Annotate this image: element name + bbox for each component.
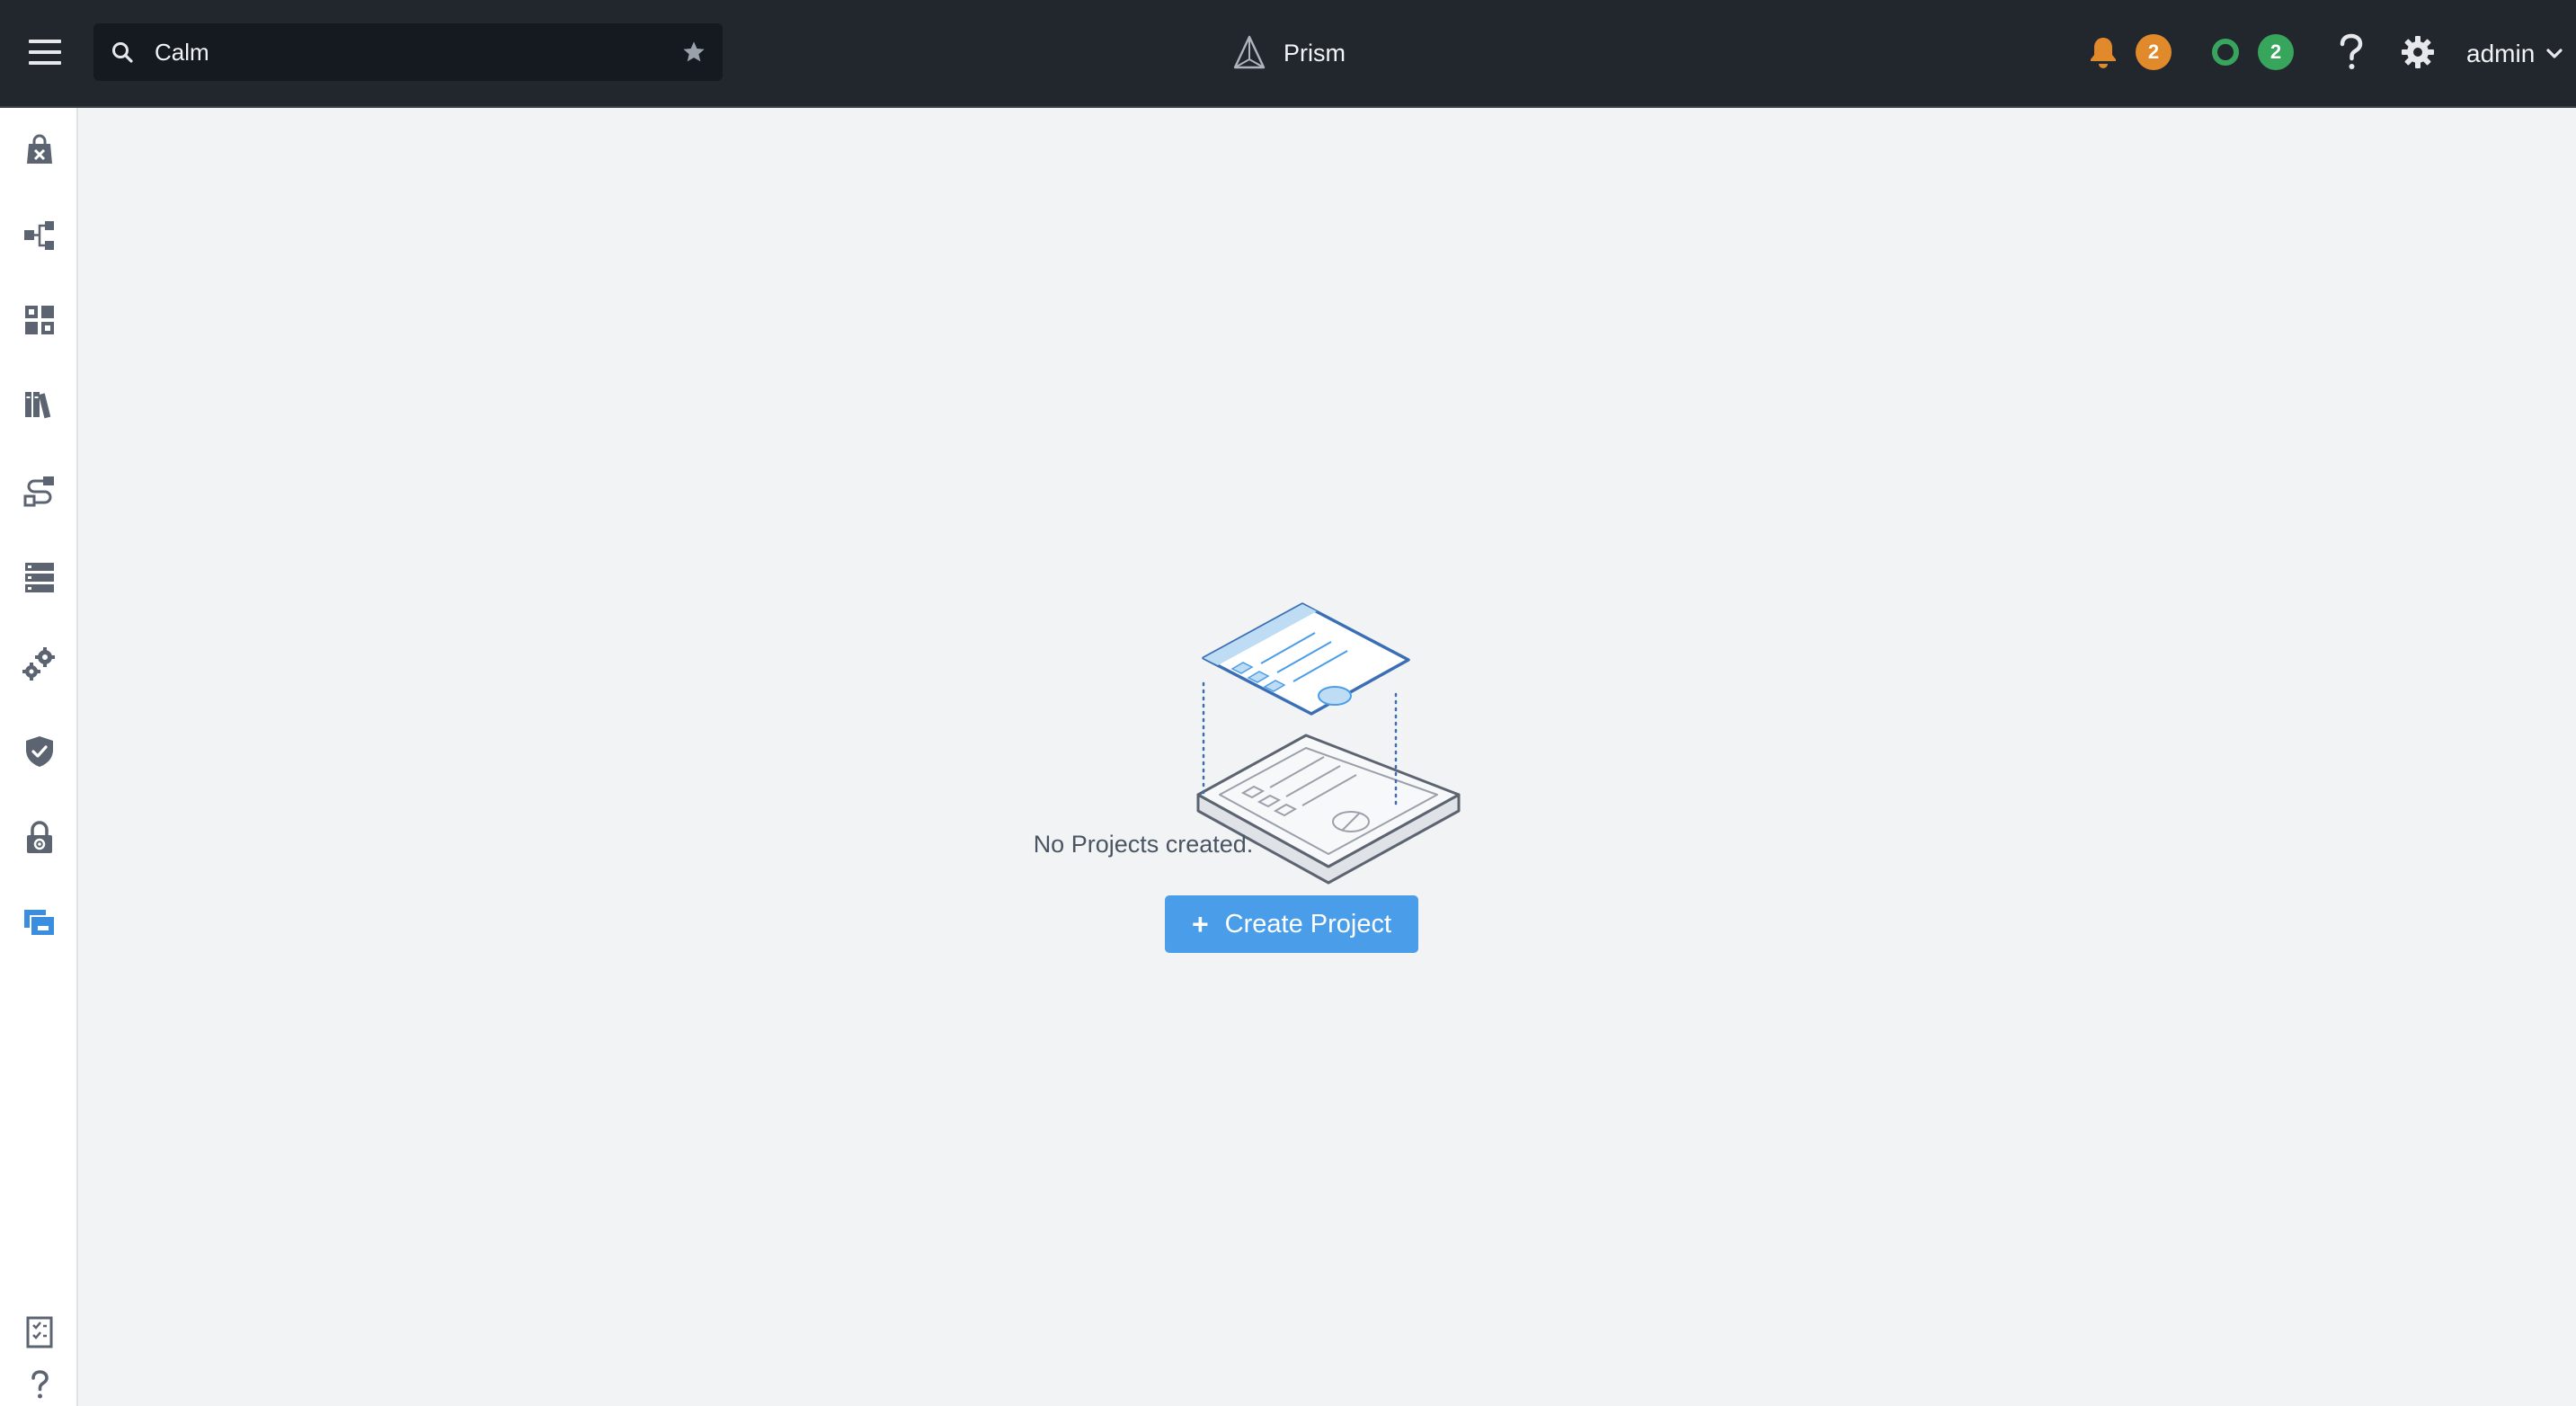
star-icon[interactable] <box>681 40 706 65</box>
settings-gear-icon[interactable] <box>2400 34 2436 70</box>
security-lock-icon <box>27 821 52 853</box>
hamburger-menu-icon[interactable] <box>29 36 61 68</box>
alerts-count-badge: 2 <box>2136 34 2172 70</box>
settings-gears-icon <box>22 647 55 681</box>
sidebar-item-settings[interactable] <box>20 644 59 683</box>
endpoints-icon <box>25 563 54 592</box>
search-icon <box>112 42 133 63</box>
policies-shield-icon <box>26 736 53 767</box>
empty-state-message: No Projects created. <box>1033 831 1254 858</box>
sidebar-item-projects[interactable] <box>20 903 59 942</box>
library-icon <box>25 392 51 419</box>
tasks-count-badge: 2 <box>2258 34 2294 70</box>
sidebar-item-help[interactable] <box>20 1365 59 1404</box>
create-project-label: Create Project <box>1224 909 1392 939</box>
search-bar <box>93 23 723 81</box>
help-icon <box>31 1370 49 1399</box>
brand-name: Prism <box>1284 39 1346 67</box>
prism-logo-icon <box>1233 35 1266 69</box>
marketplace-icon <box>25 306 54 334</box>
checklist-icon <box>26 1316 53 1348</box>
search-input[interactable] <box>155 23 658 81</box>
sidebar <box>0 108 78 1406</box>
main-content: No Projects created. + Create Project <box>78 108 2576 1406</box>
projects-icon <box>24 910 56 937</box>
blueprints-icon <box>24 221 54 250</box>
bell-icon <box>2091 38 2116 68</box>
sidebar-item-security[interactable] <box>20 818 59 858</box>
sidebar-item-blueprints[interactable] <box>20 216 59 255</box>
create-project-button[interactable]: + Create Project <box>1165 895 1418 953</box>
sidebar-item-marketplace[interactable] <box>20 300 59 340</box>
user-name: admin <box>2466 40 2536 67</box>
alerts-button[interactable]: 2 <box>2087 34 2172 70</box>
brand: Prism <box>1231 32 1346 74</box>
user-menu[interactable]: admin <box>2466 36 2563 72</box>
apps-icon <box>27 134 52 164</box>
sidebar-item-runbooks[interactable] <box>20 471 59 511</box>
sidebar-item-endpoints[interactable] <box>20 557 59 597</box>
top-bar: Prism 2 2 admin <box>0 0 2576 108</box>
help-icon[interactable] <box>2335 32 2367 72</box>
sidebar-item-apps[interactable] <box>20 131 59 171</box>
chevron-down-icon <box>2546 49 2563 58</box>
sidebar-item-checklist[interactable] <box>20 1313 59 1352</box>
tasks-ring-icon <box>2212 39 2239 66</box>
sidebar-item-policies[interactable] <box>20 732 59 771</box>
tasks-button[interactable]: 2 <box>2209 34 2294 70</box>
runbooks-icon <box>23 476 54 507</box>
plus-icon: + <box>1191 908 1209 940</box>
sidebar-item-library[interactable] <box>20 385 59 424</box>
